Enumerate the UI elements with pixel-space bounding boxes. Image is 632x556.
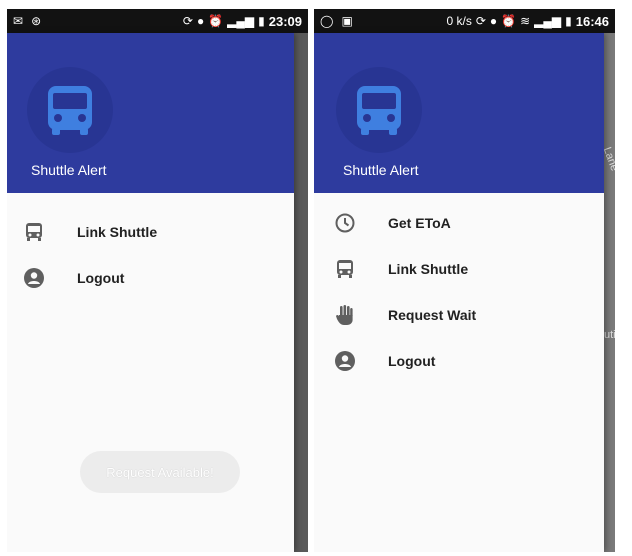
- bus-logo-icon: [357, 86, 401, 135]
- battery-charging-icon: ▮: [565, 14, 572, 28]
- phone-screen-right: ◯ ▣ 0 k/s ⟳ ● ⏰ ≋ ▂▄▆ ▮ 16:46 Link Lane …: [314, 9, 615, 552]
- map-street-label: utin: [604, 329, 615, 341]
- app-title: Shuttle Alert: [343, 162, 419, 178]
- location-icon: ●: [196, 14, 205, 28]
- clock-icon: [334, 212, 356, 234]
- app-title: Shuttle Alert: [31, 162, 107, 178]
- request-available-button[interactable]: Request Available!: [80, 451, 240, 493]
- wifi-icon: ≋: [520, 14, 531, 28]
- hand-icon: [334, 304, 356, 326]
- sync-icon: ⟳: [182, 14, 193, 28]
- notification-icon: ✉: [13, 14, 24, 28]
- status-bar: ✉ ⊛ ⟳ ● ⏰ ▂▄▆ ▮ 23:09: [7, 9, 308, 33]
- status-time: 23:09: [268, 13, 302, 29]
- menu-item-label: Link Shuttle: [388, 261, 469, 277]
- menu-item-label: Logout: [388, 353, 436, 369]
- drawer-menu: Get EToA Link Shuttle Request Wait Logou…: [314, 200, 604, 384]
- app-notification-icon: ⊛: [31, 14, 42, 28]
- signal-icon: ▂▄▆: [227, 14, 255, 28]
- menu-item-label: Link Shuttle: [77, 224, 158, 240]
- bus-logo-icon: [48, 86, 92, 135]
- location-icon: ●: [489, 14, 498, 28]
- bus-icon: [23, 221, 45, 243]
- app-logo: [336, 67, 422, 153]
- menu-item-link-shuttle[interactable]: Link Shuttle: [314, 246, 604, 292]
- alarm-icon: ⏰: [501, 14, 517, 28]
- navigation-drawer: Shuttle Alert Link Shuttle Logout Reques…: [7, 33, 294, 552]
- alarm-icon: ⏰: [208, 14, 224, 28]
- menu-item-link-shuttle[interactable]: Link Shuttle: [7, 209, 294, 255]
- app-logo: [27, 67, 113, 153]
- menu-item-label: Logout: [77, 270, 125, 286]
- signal-icon: ▂▄▆: [534, 14, 562, 28]
- phone-screen-left: ✉ ⊛ ⟳ ● ⏰ ▂▄▆ ▮ 23:09 Shuttle Alert Link…: [7, 9, 308, 552]
- network-speed: 0 k/s: [446, 14, 472, 28]
- sync-icon: ⟳: [475, 14, 486, 28]
- navigation-drawer: Shuttle Alert Get EToA Link Shuttle Requ…: [314, 33, 604, 552]
- menu-item-logout[interactable]: Logout: [314, 338, 604, 384]
- whatsapp-icon: ◯: [320, 14, 334, 28]
- image-icon: ▣: [341, 14, 353, 28]
- menu-item-label: Request Wait: [388, 307, 477, 323]
- bus-icon: [334, 258, 356, 280]
- status-time: 16:46: [575, 13, 609, 29]
- drawer-menu: Link Shuttle Logout: [7, 209, 294, 301]
- drawer-header: Shuttle Alert: [7, 33, 294, 193]
- drawer-header: Shuttle Alert: [314, 33, 604, 193]
- menu-item-get-etoa[interactable]: Get EToA: [314, 200, 604, 246]
- account-icon: [334, 350, 356, 372]
- menu-item-logout[interactable]: Logout: [7, 255, 294, 301]
- account-icon: [23, 267, 45, 289]
- menu-item-request-wait[interactable]: Request Wait: [314, 292, 604, 338]
- menu-item-label: Get EToA: [388, 215, 451, 231]
- battery-icon: ▮: [258, 14, 265, 28]
- status-bar: ◯ ▣ 0 k/s ⟳ ● ⏰ ≋ ▂▄▆ ▮ 16:46: [314, 9, 615, 33]
